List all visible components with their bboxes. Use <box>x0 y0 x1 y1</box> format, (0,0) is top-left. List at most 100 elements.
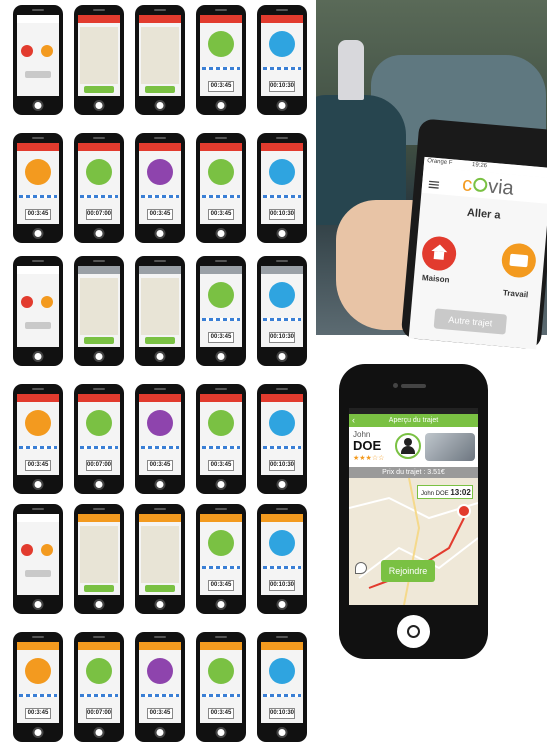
app-screen-thumbnail <box>135 504 185 614</box>
driver-avatar-icon <box>395 433 421 459</box>
app-screen-thumbnail: 00:3:45 <box>13 632 63 742</box>
thumbnail-earpiece <box>154 260 166 262</box>
thumbnail-progress-line <box>19 195 57 198</box>
thumbnail-progress-line <box>202 694 240 697</box>
callout-time: 13:02 <box>450 488 471 497</box>
thumbnail-map <box>141 27 179 84</box>
destination-option-icon <box>21 45 33 57</box>
thumbnail-status-circle <box>86 658 112 684</box>
thumbnail-timer: 00:10:30 <box>269 708 295 719</box>
thumbnail-header <box>261 266 303 274</box>
app-screen-thumbnail <box>135 5 185 115</box>
destination-option-icon <box>21 544 33 556</box>
thumbnail-progress-line <box>80 195 118 198</box>
thumbnail-screen <box>78 266 120 347</box>
thumbnail-header <box>17 15 59 23</box>
home-button[interactable] <box>397 615 430 648</box>
thumbnail-button <box>145 86 175 93</box>
thumbnail-screen: 00:3:45 <box>139 143 181 224</box>
route-map[interactable]: John DOE 13:02 Rejoindre <box>349 478 478 605</box>
thumbnail-home-button <box>32 228 44 239</box>
app-screen-thumbnail: 00:3:45 <box>196 256 246 366</box>
thumbnail-screen: 00:10:30 <box>261 642 303 723</box>
thumbnail-progress-line <box>141 694 179 697</box>
thumbnail-status-circle <box>269 282 295 308</box>
work-option-button[interactable] <box>500 242 538 279</box>
thumbnail-timer: 00:3:45 <box>147 209 173 220</box>
thumbnail-header <box>200 266 242 274</box>
thumbnail-screen: 00:3:45 <box>17 642 59 723</box>
home-option-button[interactable] <box>420 235 458 272</box>
thumbnail-header <box>200 514 242 522</box>
thumbnail-screen: 00:3:45 <box>17 394 59 475</box>
thumbnail-timer: 00:3:45 <box>208 209 234 220</box>
thumbnail-timer: 00:10:30 <box>269 332 295 343</box>
thumbnail-header <box>261 143 303 151</box>
thumbnail-header <box>78 642 120 650</box>
thumbnail-button <box>84 337 114 344</box>
thumbnail-screen: 00:10:30 <box>261 394 303 475</box>
chevron-left-icon[interactable]: ‹ <box>352 414 355 427</box>
thumbnail-progress-line <box>202 566 240 569</box>
thumbnail-home-button <box>154 228 166 239</box>
thumbnail-status-circle <box>269 658 295 684</box>
rating-stars: ★★★☆☆ <box>353 454 385 462</box>
thumbnail-status-circle <box>86 159 112 185</box>
screen-heading: Aller a <box>466 206 502 222</box>
thumbnail-button <box>145 585 175 592</box>
app-screen-thumbnail: 00:3:45 <box>196 632 246 742</box>
thumbnail-screen <box>17 514 59 595</box>
thumbnail-header <box>78 394 120 402</box>
app-screen-thumbnail: 00:3:45 <box>196 384 246 494</box>
thumbnail-home-button <box>32 599 44 610</box>
app-logo: c via <box>461 173 515 200</box>
thumbnail-progress-line <box>263 446 301 449</box>
thumbnail-progress-line <box>202 318 240 321</box>
app-screen-thumbnail: 00:3:45 <box>196 5 246 115</box>
thumbnail-screen: 00:10:30 <box>261 514 303 595</box>
thumbnail-screen: 00:10:30 <box>261 143 303 224</box>
thumbnail-screen: 00:10:30 <box>261 266 303 347</box>
thumbnail-header <box>17 394 59 402</box>
thumbnail-timer: 00:10:30 <box>269 81 295 92</box>
thumbnail-screen: 00:07:00 <box>78 143 120 224</box>
thumbnail-home-button <box>154 599 166 610</box>
thumbnail-status-circle <box>269 159 295 185</box>
destination-option-icon <box>41 544 53 556</box>
app-screen-thumbnail <box>135 256 185 366</box>
thumbnail-map <box>80 278 118 335</box>
thumbnail-progress-line <box>263 566 301 569</box>
thumbnail-earpiece <box>93 388 105 390</box>
thumbnail-map <box>80 526 118 583</box>
thumbnail-home-button <box>276 599 288 610</box>
thumbnail-timer: 00:3:45 <box>25 209 51 220</box>
other-trip-button[interactable]: Autre trajet <box>433 308 508 335</box>
thumbnail-timer: 00:3:45 <box>147 460 173 471</box>
thumbnail-header <box>261 514 303 522</box>
thumbnail-home-button <box>215 351 227 362</box>
thumbnail-screen <box>17 266 59 347</box>
app-screen-thumbnail <box>13 5 63 115</box>
thumbnail-screen: 00:07:00 <box>78 642 120 723</box>
thumbnail-screen: 00:3:45 <box>200 143 242 224</box>
thumbnail-header <box>200 15 242 23</box>
thumbnail-earpiece <box>215 137 227 139</box>
thumbnail-status-circle <box>147 658 173 684</box>
thumbnail-home-button <box>276 479 288 490</box>
app-screen-thumbnail: 00:3:45 <box>13 133 63 243</box>
thumbnail-timer: 00:3:45 <box>25 708 51 719</box>
thumbnail-home-button <box>215 599 227 610</box>
thumbnail-header <box>139 143 181 151</box>
app-screen-thumbnail: 00:3:45 <box>196 133 246 243</box>
thumbnail-earpiece <box>154 9 166 11</box>
thumbnail-earpiece <box>276 9 288 11</box>
thumbnail-progress-line <box>141 446 179 449</box>
thumbnail-header <box>78 15 120 23</box>
thumbnail-map <box>141 278 179 335</box>
hamburger-icon[interactable]: ≡ <box>426 174 441 194</box>
join-button[interactable]: Rejoindre <box>381 560 435 582</box>
thumbnail-header <box>17 514 59 522</box>
thumbnail-header <box>200 394 242 402</box>
app-screen-thumbnail: 00:3:45 <box>135 632 185 742</box>
thumbnail-button <box>25 322 51 329</box>
